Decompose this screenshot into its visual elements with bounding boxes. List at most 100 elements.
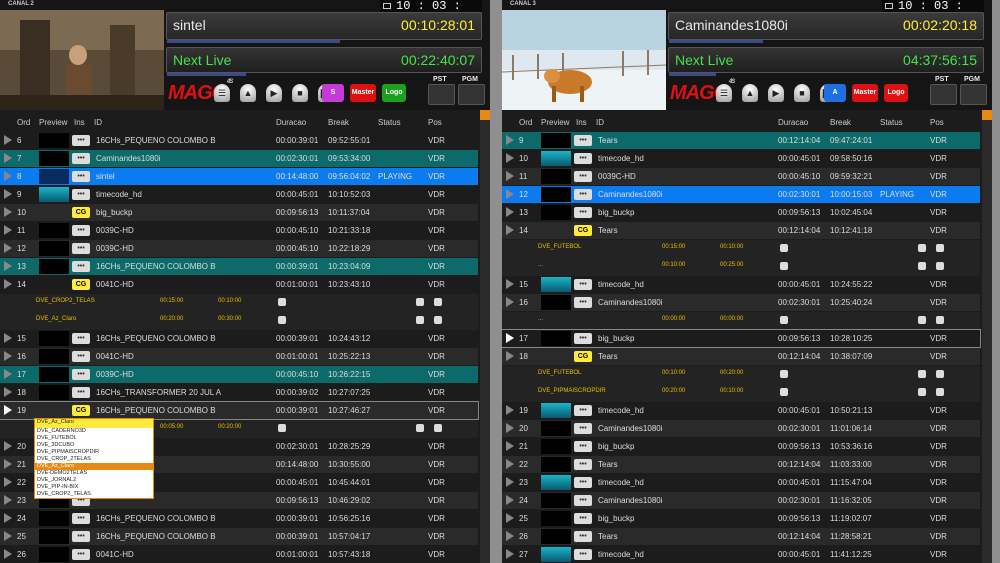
dropdown-option[interactable]: DVE_CADERNO3D (35, 428, 153, 435)
scroll-up-button[interactable] (982, 110, 992, 120)
dve-add[interactable] (918, 244, 926, 252)
dve-remove[interactable] (936, 262, 944, 270)
col-ins[interactable]: Ins (576, 118, 587, 127)
insert-button[interactable]: ••• (72, 549, 90, 560)
insert-button[interactable]: ••• (574, 459, 592, 470)
playlist-row[interactable]: 19 ••• timecode_hd 00:00:45:01 10:50:21:13 VD… (502, 402, 980, 419)
dve-row[interactable]: ... 00:00:00 00:00:00 (502, 312, 980, 330)
playlist-row[interactable]: 13 ••• big_buckp 00:09:56:13 10:02:45:04 VDR (502, 204, 980, 221)
dve-row[interactable]: DVE_PIPMAISCROPDIR 00:20:00 00:10:00 (502, 384, 980, 402)
playlist-row[interactable]: 10 CG big_buckp 00:09:56:13 10:11:37:04 VDR (0, 204, 478, 221)
eject-button[interactable]: ▲ (742, 84, 758, 102)
dve-row[interactable]: ... 00:10:00 00:25:00 (502, 258, 980, 276)
insert-button[interactable]: ••• (574, 531, 592, 542)
insert-button[interactable]: ••• (72, 153, 90, 164)
dropdown-option[interactable]: DVE_FUTEBOL (35, 435, 153, 442)
col-id[interactable]: ID (596, 118, 604, 127)
insert-button[interactable]: ••• (72, 531, 90, 542)
playlist-row[interactable]: 18 CG Tears 00:12:14:04 10:38:07:09 VDR (502, 348, 980, 365)
insert-button[interactable]: ••• (574, 423, 592, 434)
dve-add[interactable] (918, 262, 926, 270)
dve-toggle[interactable] (278, 316, 286, 324)
insert-button[interactable]: ••• (72, 225, 90, 236)
dve-toggle[interactable] (780, 316, 788, 324)
playlist-row[interactable]: 17 ••• 0039C-HD 00:00:45:10 10:26:22:15 VDR (0, 366, 478, 383)
master-button[interactable]: Master (350, 84, 376, 102)
scrollbar[interactable] (982, 110, 992, 563)
col-id[interactable]: ID (94, 118, 102, 127)
dve-row[interactable]: DVE_FUTEBOL 00:10:00 00:20:00 (502, 366, 980, 384)
playlist-row[interactable]: 18 ••• 16CHs_TRANSFORMER 20 JUL A 00:00:39:… (0, 384, 478, 401)
playlist-row[interactable]: 16 ••• Caminandes1080i 00:02:30:01 10:25:40:… (502, 294, 980, 311)
pst-monitor[interactable] (428, 84, 455, 105)
dve-toggle[interactable] (780, 262, 788, 270)
insert-button[interactable]: ••• (72, 171, 90, 182)
list-button[interactable]: ☰ (214, 84, 230, 102)
mode-button[interactable]: A (824, 84, 846, 102)
insert-button[interactable]: ••• (72, 189, 90, 200)
playlist-row[interactable]: 9 ••• Tears 00:12:14:04 09:47:24:01 VDR (502, 132, 980, 149)
col-ord[interactable]: Ord (17, 118, 30, 127)
col-duracao[interactable]: Duracao (778, 118, 808, 127)
dve-toggle[interactable] (780, 244, 788, 252)
dropdown-option[interactable]: DVE_Az_Claro (35, 463, 153, 470)
playlist-row[interactable]: 26 ••• 0041C-HD 00:01:00:01 10:57:43:18 VDR (0, 546, 478, 563)
insert-button[interactable]: ••• (574, 495, 592, 506)
playlist-row[interactable]: 13 ••• 16CHs_PEQUENO COLOMBO B 00:00:39:01 1… (0, 258, 478, 275)
stop-button[interactable]: ■ (292, 84, 308, 102)
playlist-row[interactable]: 22 ••• Tears 00:12:14:04 11:03:33:00 VDR (502, 456, 980, 473)
insert-button[interactable]: ••• (574, 153, 592, 164)
col-pos[interactable]: Pos (930, 118, 944, 127)
playlist-row[interactable]: 19 CG 16CHs_PEQUENO COLOMBO B 00:00:39:01 10… (0, 401, 479, 420)
dve-add[interactable] (918, 370, 926, 378)
playlist-row[interactable]: 12 ••• 0039C-HD 00:00:45:10 10:22:18:29 VDR (0, 240, 478, 257)
insert-button[interactable]: ••• (574, 207, 592, 218)
insert-button[interactable]: ••• (574, 405, 592, 416)
col-duracao[interactable]: Duracao (276, 118, 306, 127)
col-preview[interactable]: Preview (39, 118, 67, 127)
dropdown-option[interactable]: DVE-DEMO2TELAS (35, 470, 153, 477)
list-button[interactable]: ☰ (716, 84, 732, 102)
playlist-row[interactable]: 10 ••• timecode_hd 00:00:45:01 09:58:50:16 VD… (502, 150, 980, 167)
dve-remove[interactable] (434, 424, 442, 432)
dropdown-option[interactable]: DVE_PIPMAISCROPDIR (35, 449, 153, 456)
dve-toggle[interactable] (780, 370, 788, 378)
insert-button[interactable]: ••• (574, 477, 592, 488)
dve-remove[interactable] (936, 244, 944, 252)
col-break[interactable]: Break (328, 118, 349, 127)
dve-add[interactable] (918, 388, 926, 396)
insert-button[interactable]: ••• (72, 243, 90, 254)
playlist-row[interactable]: 9 ••• timecode_hd 00:00:45:01 10:10:52:03 VDR (0, 186, 478, 203)
playlist-row[interactable]: 20 ••• Caminandes1080i 00:02:30:01 11:01:06:… (502, 420, 980, 437)
dve-remove[interactable] (434, 316, 442, 324)
col-preview[interactable]: Preview (541, 118, 569, 127)
playlist-row[interactable]: 15 ••• timecode_hd 00:00:45:01 10:24:55:22 VD… (502, 276, 980, 293)
col-status[interactable]: Status (378, 118, 401, 127)
playlist-row[interactable]: 14 CG 0041C-HD 00:01:00:01 10:23:43:10 VDR (0, 276, 478, 293)
playlist-row[interactable]: 12 ••• Caminandes1080i 00:02:30:01 10:00:15:… (502, 186, 980, 203)
stop-button[interactable]: ■ (794, 84, 810, 102)
playlist-row[interactable]: 25 ••• 16CHs_PEQUENO COLOMBO B 00:00:39:01 1… (0, 528, 478, 545)
playlist-row[interactable]: 11 ••• 0039C-HD 00:00:45:10 10:21:33:18 VDR (0, 222, 478, 239)
dve-add[interactable] (416, 298, 424, 306)
insert-button[interactable]: ••• (72, 369, 90, 380)
insert-button[interactable]: ••• (72, 387, 90, 398)
dropdown-option[interactable]: DVE_JORNAL2 (35, 477, 153, 484)
col-pos[interactable]: Pos (428, 118, 442, 127)
playlist-row[interactable]: 24 ••• Caminandes1080i 00:02:30:01 11:16:32:… (502, 492, 980, 509)
insert-button[interactable]: ••• (574, 135, 592, 146)
playlist-row[interactable]: 23 ••• timecode_hd 00:00:45:01 11:15:47:04 VD… (502, 474, 980, 491)
dve-toggle[interactable] (278, 424, 286, 432)
playlist-row[interactable]: 8 ••• sintel 00:14:48:00 09:56:04:02 PLAYING V… (0, 168, 478, 185)
dve-remove[interactable] (936, 316, 944, 324)
logo-button[interactable]: Logo (382, 84, 406, 102)
dve-row[interactable]: DVE_Az_Claro 00:20:00 00:30:00 (0, 312, 478, 330)
play-button[interactable]: ▶ (768, 84, 784, 102)
col-ord[interactable]: Ord (519, 118, 532, 127)
playlist-row[interactable]: 14 CG Tears 00:12:14:04 10:12:41:18 VDR (502, 222, 980, 239)
dve-remove[interactable] (936, 388, 944, 396)
mode-button[interactable]: S (322, 84, 344, 102)
dve-row[interactable]: DVE_FUTEBOL 00:15:00 00:10:00 (502, 240, 980, 258)
playlist-row[interactable]: 25 ••• big_buckp 00:09:56:13 11:19:02:07 VDR (502, 510, 980, 527)
insert-button[interactable]: ••• (574, 513, 592, 524)
